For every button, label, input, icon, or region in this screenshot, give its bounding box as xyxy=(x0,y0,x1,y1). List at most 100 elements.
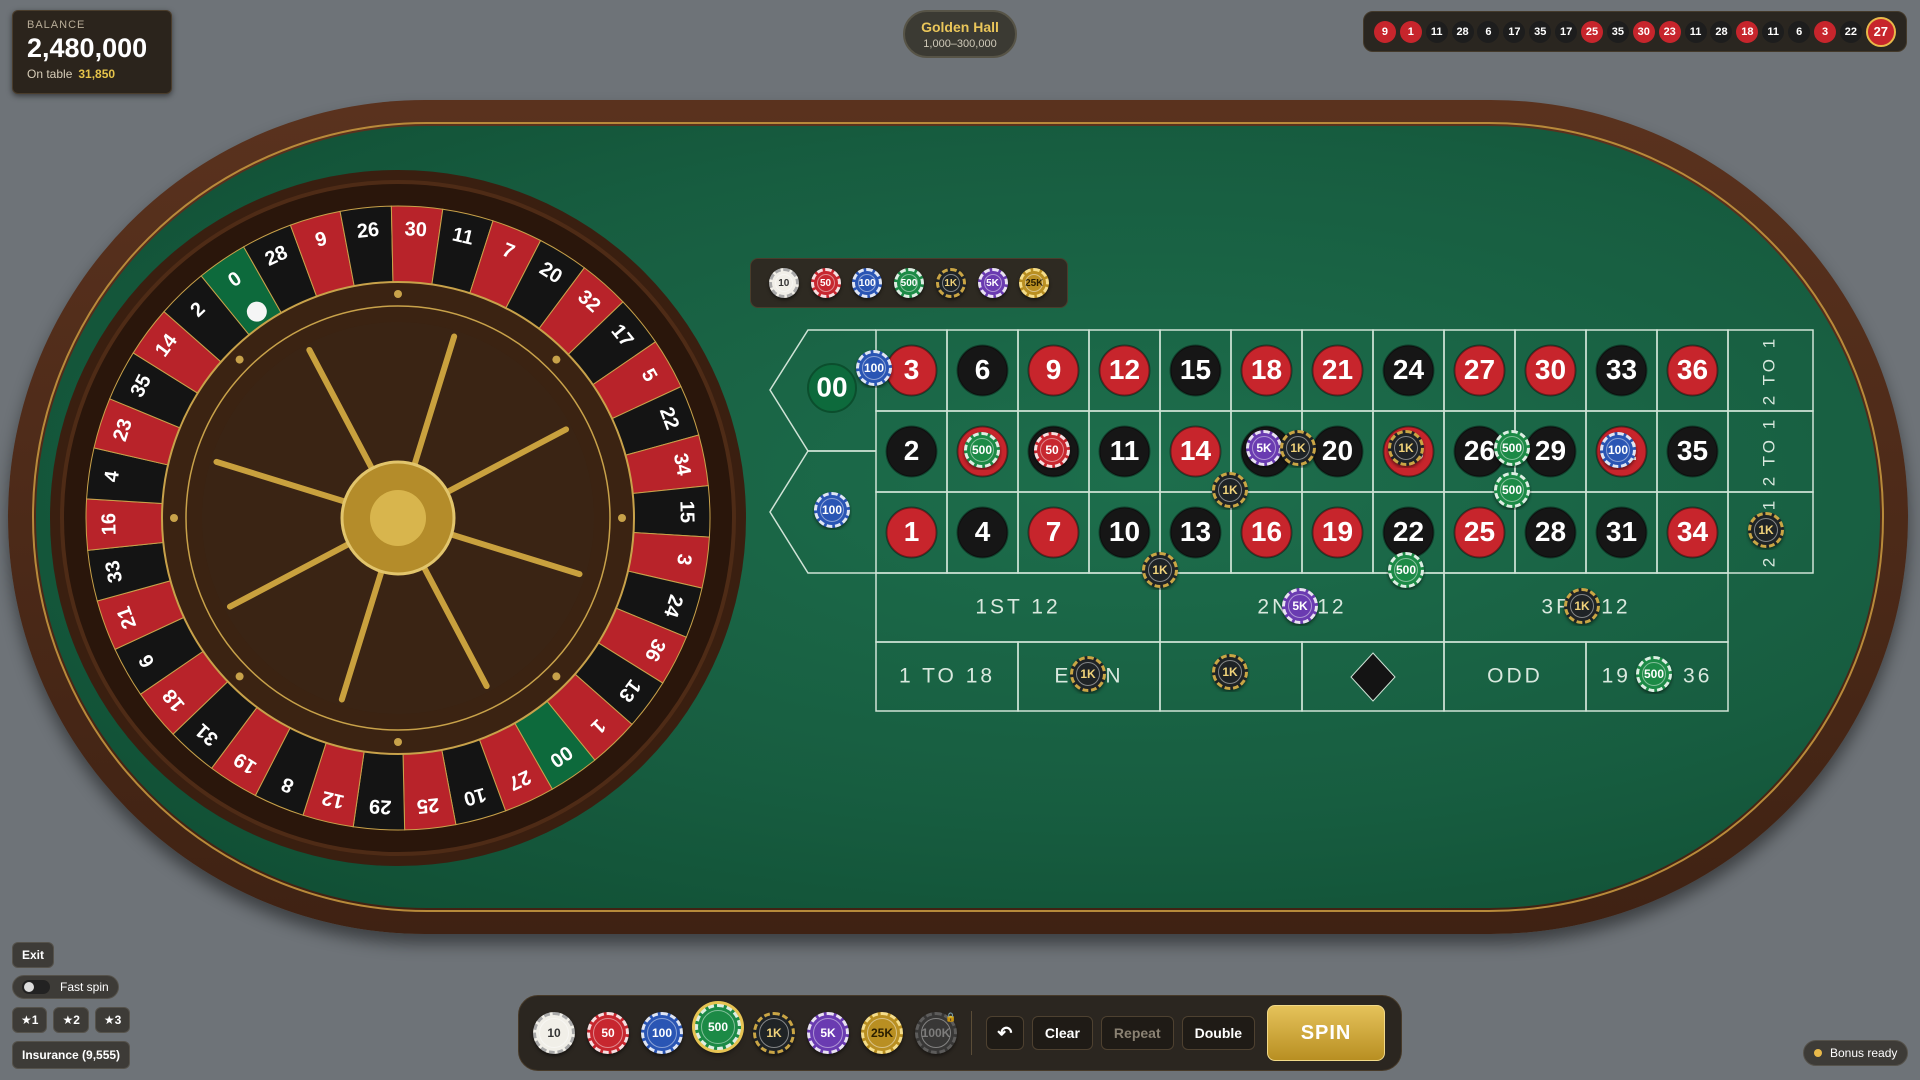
placed-bet: 50 xyxy=(1034,432,1070,468)
placed-chip[interactable]: 500 xyxy=(1636,656,1672,692)
placed-bet: 500 xyxy=(964,432,1000,468)
wheel-number: 33 xyxy=(101,559,127,585)
chip-50-button[interactable]: 50 xyxy=(587,1012,629,1054)
history-result: 11 xyxy=(1425,20,1448,43)
number-label: 12 xyxy=(1109,354,1140,385)
placed-bet: 500 xyxy=(1636,656,1672,692)
favorite-1-button[interactable]: ★1 xyxy=(12,1007,48,1033)
chip-10-button[interactable]: 10 xyxy=(533,1012,575,1054)
number-label: 15 xyxy=(1180,354,1211,385)
chip-bar: 10 50 100 500 1K 5K 25K 100K 🔒 ↶ Clear Repeat Do… xyxy=(518,995,1402,1071)
wheel-number: 26 xyxy=(356,219,380,243)
wheel-turret-cap xyxy=(370,490,426,546)
placed-chip[interactable]: 1K xyxy=(1142,552,1178,588)
number-label: 18 xyxy=(1251,354,1282,385)
placed-chip[interactable]: 100 xyxy=(1600,432,1636,468)
wheel-diamond-icon xyxy=(235,355,244,364)
placed-bet: 1K xyxy=(1212,472,1248,508)
placed-chip[interactable]: 1K xyxy=(1748,512,1784,548)
favorite-2-button[interactable]: ★2 xyxy=(53,1007,89,1033)
history-result: 1 xyxy=(1399,20,1422,43)
hall-limits: 1,000–300,000 xyxy=(923,38,997,50)
repeat-button[interactable]: Repeat xyxy=(1100,1016,1174,1050)
number-label: 9 xyxy=(1046,354,1062,385)
placed-bet: 1K xyxy=(1070,656,1106,692)
placed-bet: 500 xyxy=(1494,472,1530,508)
placed-bet: 500 xyxy=(1494,430,1530,466)
placed-chip[interactable]: 500 xyxy=(1388,552,1424,588)
outside-bet-label: ODD xyxy=(1487,665,1543,688)
number-label: 33 xyxy=(1606,354,1637,385)
wheel-number: 16 xyxy=(98,513,120,536)
placed-bet: 1K xyxy=(1212,654,1248,690)
on-table: On table 31,850 xyxy=(27,67,157,81)
number-label: 26 xyxy=(1464,435,1495,466)
number-label: 6 xyxy=(975,354,991,385)
wheel-diamond-icon xyxy=(394,738,402,746)
toggle-switch[interactable] xyxy=(22,980,50,994)
placed-bet: 100 xyxy=(856,350,892,386)
on-table-label: On table xyxy=(27,67,73,81)
exit-button[interactable]: Exit xyxy=(12,942,55,968)
chip-1k-button[interactable]: 1K xyxy=(753,1012,795,1054)
chip-25k-button[interactable]: 25K xyxy=(861,1012,903,1054)
placed-chip[interactable]: 1K xyxy=(1564,588,1600,624)
zero-double-label: 00 xyxy=(816,371,847,402)
placed-chip[interactable]: 1K xyxy=(1070,656,1106,692)
chip-5k-button[interactable]: 5K xyxy=(807,1012,849,1054)
number-label: 19 xyxy=(1322,516,1353,547)
placed-bet: 1K xyxy=(1564,588,1600,624)
clear-button[interactable]: Clear xyxy=(1031,1016,1093,1050)
placed-chip[interactable]: 500 xyxy=(964,432,1000,468)
wheel-diamond-icon xyxy=(170,514,178,522)
favorite-3-button[interactable]: ★3 xyxy=(94,1007,131,1033)
chip-tray: 10 50 100 500 1K 5K 25K xyxy=(750,258,1068,308)
double-button[interactable]: Double xyxy=(1181,1016,1256,1050)
placed-chip[interactable]: 500 xyxy=(1494,430,1530,466)
placed-chip[interactable]: 500 xyxy=(1494,472,1530,508)
placed-bet: 1K xyxy=(1280,430,1316,466)
placed-chip[interactable]: 5K xyxy=(1246,430,1282,466)
placed-chip[interactable]: 50 xyxy=(1034,432,1070,468)
chip-100-button[interactable]: 100 xyxy=(641,1012,683,1054)
tray-chip: 1K xyxy=(935,268,966,298)
placed-chip[interactable]: 5K xyxy=(1282,588,1318,624)
chip-100k-button[interactable]: 100K 🔒 xyxy=(915,1012,957,1054)
number-label: 13 xyxy=(1180,516,1211,547)
history-result: 11 xyxy=(1762,20,1785,43)
placed-chip[interactable]: 100 xyxy=(856,350,892,386)
betting-layout[interactable]: 0003691215182124273033362 TO 12581114172… xyxy=(760,320,1820,720)
wheel-diamond-icon xyxy=(235,672,244,681)
number-label: 24 xyxy=(1393,354,1425,385)
placed-chip[interactable]: 1K xyxy=(1212,654,1248,690)
spin-button[interactable]: SPIN xyxy=(1267,1005,1385,1061)
fast-spin-toggle[interactable]: Fast spin xyxy=(12,975,119,999)
placed-bet: 1K xyxy=(1748,512,1784,548)
number-label: 29 xyxy=(1535,435,1566,466)
history-result: 3 xyxy=(1814,20,1837,43)
history-result: 35 xyxy=(1529,20,1552,43)
bonus-dot-icon xyxy=(1814,1049,1822,1057)
bonus-indicator[interactable]: Bonus ready xyxy=(1803,1040,1909,1066)
insurance-button[interactable]: Insurance (9,555) xyxy=(12,1041,131,1069)
bonus-label: Bonus ready xyxy=(1830,1046,1898,1060)
placed-chip[interactable]: 100 xyxy=(814,492,850,528)
number-label: 35 xyxy=(1677,435,1708,466)
number-label: 7 xyxy=(1046,516,1062,547)
history-result: 6 xyxy=(1788,20,1811,43)
placed-bet: 100 xyxy=(814,492,850,528)
placed-chip[interactable]: 1K xyxy=(1212,472,1248,508)
placed-chip[interactable]: 1K xyxy=(1280,430,1316,466)
tray-chip: 500 xyxy=(894,268,924,298)
latest-result: 27 xyxy=(1865,16,1896,47)
wheel-diamond-icon xyxy=(552,672,561,681)
number-label: 28 xyxy=(1535,516,1566,547)
placed-chip[interactable]: 1K xyxy=(1388,430,1424,466)
black-diamond-icon xyxy=(1350,652,1396,702)
column-bet-label: 2 TO 1 xyxy=(1759,336,1778,405)
roulette-ball xyxy=(246,301,267,322)
chip-500-button[interactable]: 500 xyxy=(695,1004,741,1050)
undo-button[interactable]: ↶ xyxy=(985,1016,1024,1050)
history-result: 6 xyxy=(1477,20,1500,43)
wheel-diamond-icon xyxy=(618,514,626,522)
